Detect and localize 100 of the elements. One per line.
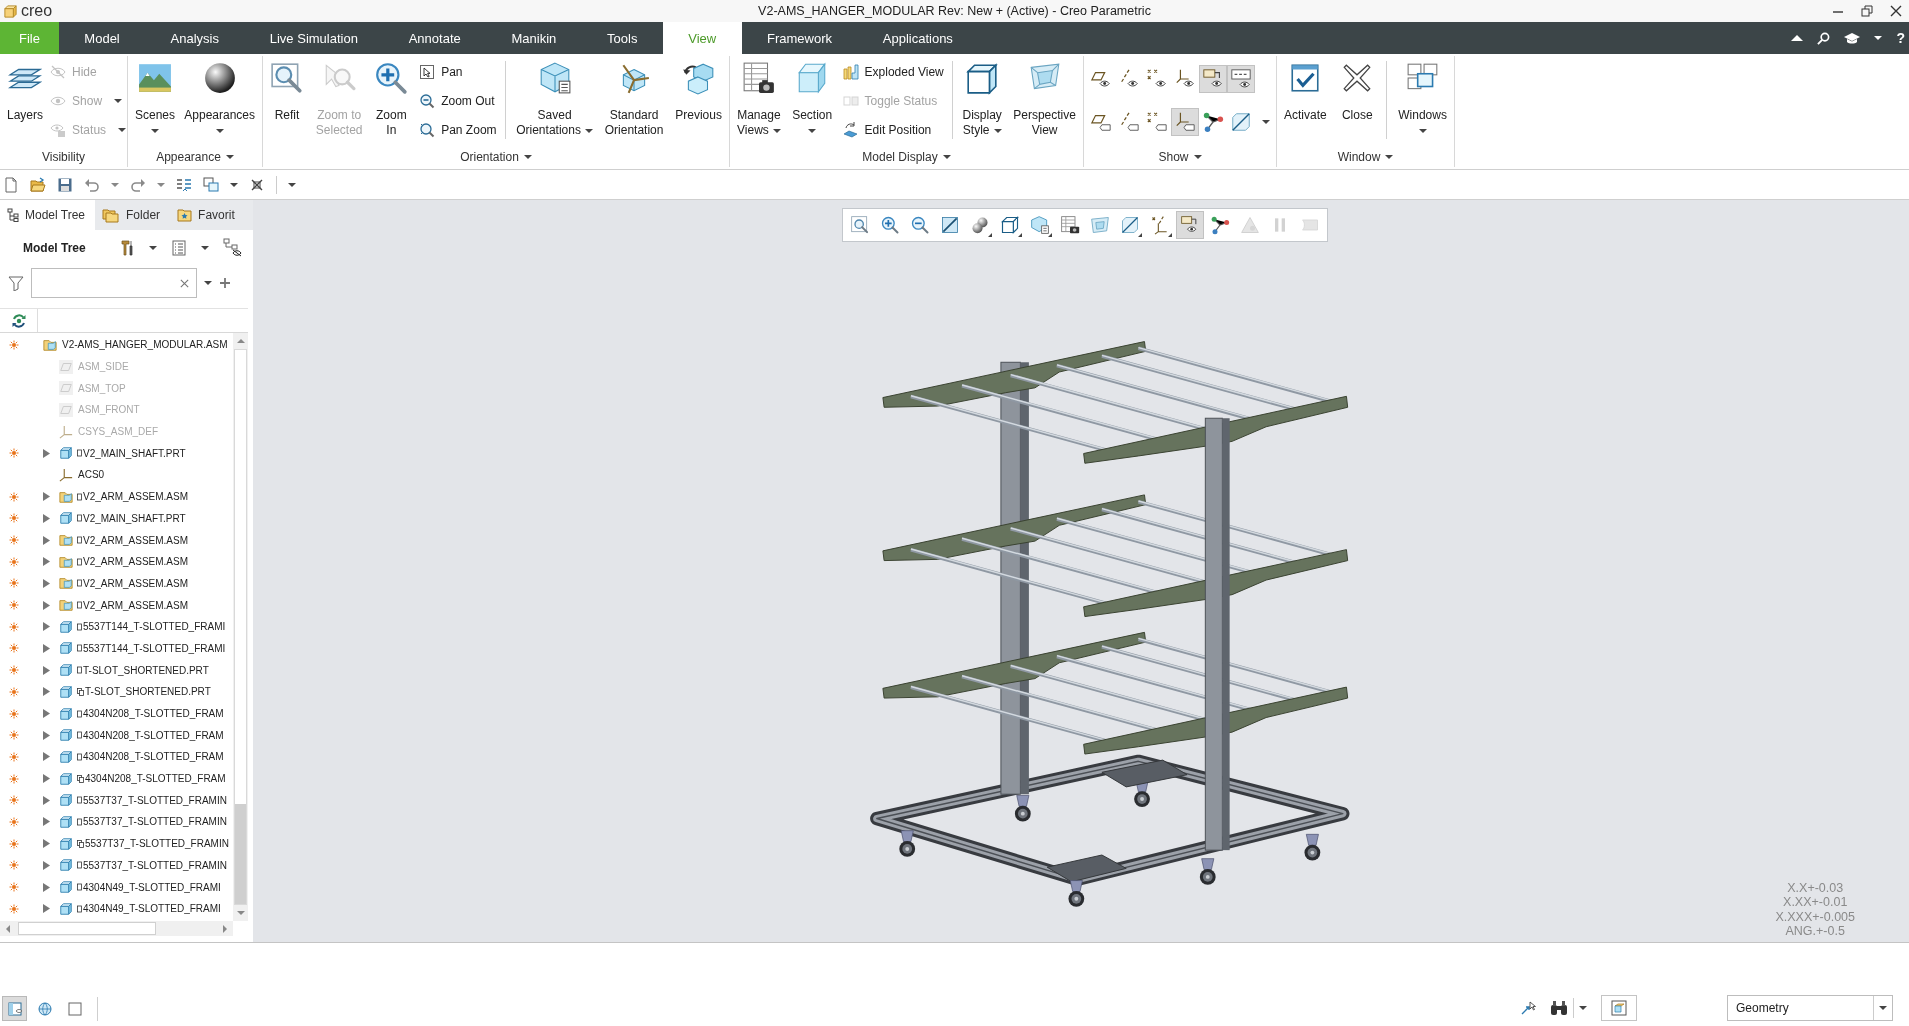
ribbon-button[interactable]: Saved Orientations — [512, 56, 597, 143]
triangle-right-icon[interactable] — [43, 600, 50, 610]
tree-item[interactable]: 4304N49_T-SLOTTED_FRAMI — [83, 903, 221, 915]
tools-icon[interactable] — [118, 239, 135, 257]
tree-item[interactable]: 4304N208_T-SLOTTED_FRAM — [83, 729, 224, 741]
arrow-cursor-icon[interactable] — [1520, 1000, 1536, 1016]
triangle-right-icon[interactable] — [43, 882, 50, 892]
display-toggle-button[interactable] — [1171, 108, 1199, 136]
tree-item[interactable]: V2-AMS_HANGER_MODULAR.ASM — [62, 339, 228, 351]
group-menu-button[interactable]: Appearance — [156, 149, 234, 164]
chevron-up-icon[interactable] — [1791, 34, 1804, 42]
ribbon-small-button[interactable]: Exploded View — [839, 57, 947, 86]
ribbon-tab[interactable]: Tools — [581, 22, 663, 54]
triangle-right-icon[interactable] — [43, 448, 50, 458]
tree-item[interactable]: T-SLOT_SHORTENED.PRT — [83, 664, 209, 676]
tree-item[interactable]: 5537T144_T-SLOTTED_FRAMI — [83, 621, 226, 633]
ribbon-small-button[interactable]: Zoom Out — [416, 86, 500, 115]
triangle-right-icon[interactable] — [43, 643, 50, 653]
help-icon[interactable]: ? — [1896, 30, 1905, 46]
ribbon-tab[interactable]: Framework — [741, 22, 858, 54]
triangle-right-icon[interactable] — [43, 817, 50, 827]
ribbon-small-button[interactable]: Pan — [416, 57, 500, 86]
ribbon-button[interactable]: Refit — [266, 56, 308, 143]
ribbon-button[interactable]: Standard Orientation — [600, 56, 668, 143]
tree-item[interactable]: 5537T37_T-SLOTTED_FRAMIN — [83, 859, 227, 871]
arrow-left-icon[interactable] — [4, 923, 12, 934]
tree-item[interactable]: 4304N208_T-SLOTTED_FRAM — [85, 773, 226, 785]
tree-item[interactable]: V2_ARM_ASSEM.ASM — [83, 491, 189, 503]
search-icon[interactable] — [1817, 31, 1831, 45]
toolbar-button[interactable] — [1601, 995, 1637, 1021]
arrow-down-icon[interactable] — [235, 909, 246, 917]
ribbon-button[interactable]: Display Style — [958, 56, 1006, 143]
ribbon-tab[interactable]: Live Simulation — [244, 22, 384, 54]
triangle-right-icon[interactable] — [43, 904, 50, 914]
triangle-right-icon[interactable] — [43, 687, 50, 697]
tree-item[interactable]: 5537T37_T-SLOTTED_FRAMIN — [83, 794, 227, 806]
funnel-icon[interactable] — [8, 275, 24, 291]
triangle-right-icon[interactable] — [43, 578, 50, 588]
triangle-right-icon[interactable] — [43, 535, 50, 545]
tree-item[interactable]: V2_ARM_ASSEM.ASM — [83, 556, 189, 568]
clear-icon[interactable] — [179, 277, 190, 289]
triangle-right-icon[interactable] — [43, 622, 50, 632]
scrollbar-thumb[interactable] — [18, 922, 156, 935]
triangle-right-icon[interactable] — [43, 513, 50, 523]
open-folder-icon[interactable] — [30, 176, 46, 193]
panel-tab[interactable]: Folder — [95, 200, 171, 230]
tree-item[interactable]: V2_ARM_ASSEM.ASM — [83, 577, 189, 589]
panel-tab[interactable]: Model Tree — [0, 200, 96, 230]
tree-item[interactable]: ACS0 — [78, 469, 105, 481]
tree-eye-icon[interactable] — [222, 238, 243, 258]
tree-item[interactable]: 5537T144_T-SLOTTED_FRAMI — [83, 642, 226, 654]
ribbon-tab[interactable]: Manikin — [486, 22, 582, 54]
ribbon-tab[interactable]: Applications — [857, 22, 979, 54]
tree-item[interactable]: 5537T37_T-SLOTTED_FRAMIN — [83, 816, 227, 828]
ribbon-tab[interactable]: View — [662, 22, 742, 54]
group-menu-button[interactable]: Window — [1337, 149, 1394, 164]
display-toggle-button[interactable] — [1227, 65, 1255, 93]
selection-filter-dropdown[interactable]: Geometry — [1727, 995, 1893, 1021]
panel-tab[interactable]: Favorit — [170, 200, 245, 230]
ribbon-small-button[interactable]: Edit Position — [839, 115, 947, 144]
list-icon[interactable] — [170, 239, 187, 257]
new-file-icon[interactable] — [3, 176, 19, 193]
scrollbar-thumb[interactable] — [234, 349, 247, 905]
tree-item[interactable]: V2_MAIN_SHAFT.PRT — [83, 512, 186, 524]
ribbon-button[interactable]: Windows — [1394, 56, 1451, 143]
ribbon-button[interactable]: Zoom In — [370, 56, 413, 143]
ribbon-button[interactable]: Close — [1336, 56, 1379, 143]
group-menu-button[interactable]: Orientation — [460, 149, 532, 164]
triangle-right-icon[interactable] — [43, 730, 50, 740]
ribbon-button[interactable]: Layers — [3, 56, 48, 143]
tree-item[interactable]: T-SLOT_SHORTENED.PRT — [85, 686, 211, 698]
triangle-right-icon[interactable] — [43, 557, 50, 567]
triangle-right-icon[interactable] — [43, 752, 50, 762]
tree-item[interactable]: 4304N208_T-SLOTTED_FRAM — [83, 751, 224, 763]
restore-icon[interactable] — [1861, 5, 1873, 17]
close-icon[interactable] — [1890, 5, 1902, 17]
ribbon-button[interactable]: Manage Views — [733, 56, 785, 143]
arrow-right-icon[interactable] — [221, 923, 229, 934]
ribbon-button[interactable]: Activate — [1280, 56, 1331, 143]
group-menu-button[interactable]: Model Display — [862, 149, 951, 164]
triangle-right-icon[interactable] — [43, 839, 50, 849]
tree-item[interactable]: 5537T37_T-SLOTTED_FRAMIN — [85, 838, 229, 850]
windows-icon[interactable] — [203, 176, 219, 193]
save-icon[interactable] — [57, 176, 73, 193]
search-field[interactable] — [31, 268, 197, 298]
triangle-right-icon[interactable] — [43, 795, 50, 805]
tree-item[interactable]: V2_ARM_ASSEM.ASM — [83, 599, 189, 611]
triangle-right-icon[interactable] — [43, 709, 50, 719]
ribbon-button[interactable]: Scenes — [131, 56, 180, 143]
status-toggle-button[interactable] — [2, 996, 27, 1021]
ribbon-tab[interactable]: Model — [58, 22, 146, 54]
triangle-right-icon[interactable] — [43, 860, 50, 870]
tree-item[interactable]: V2_ARM_ASSEM.ASM — [83, 534, 189, 546]
ribbon-tab[interactable]: Analysis — [145, 22, 245, 54]
ribbon-button[interactable]: Previous — [671, 56, 726, 143]
vertical-scrollbar[interactable] — [233, 333, 248, 921]
display-toggle-button[interactable] — [1199, 65, 1227, 93]
list-arrows-icon[interactable] — [176, 176, 192, 193]
ribbon-small-button[interactable]: Pan Zoom — [416, 115, 500, 144]
plus-icon[interactable] — [219, 277, 231, 289]
